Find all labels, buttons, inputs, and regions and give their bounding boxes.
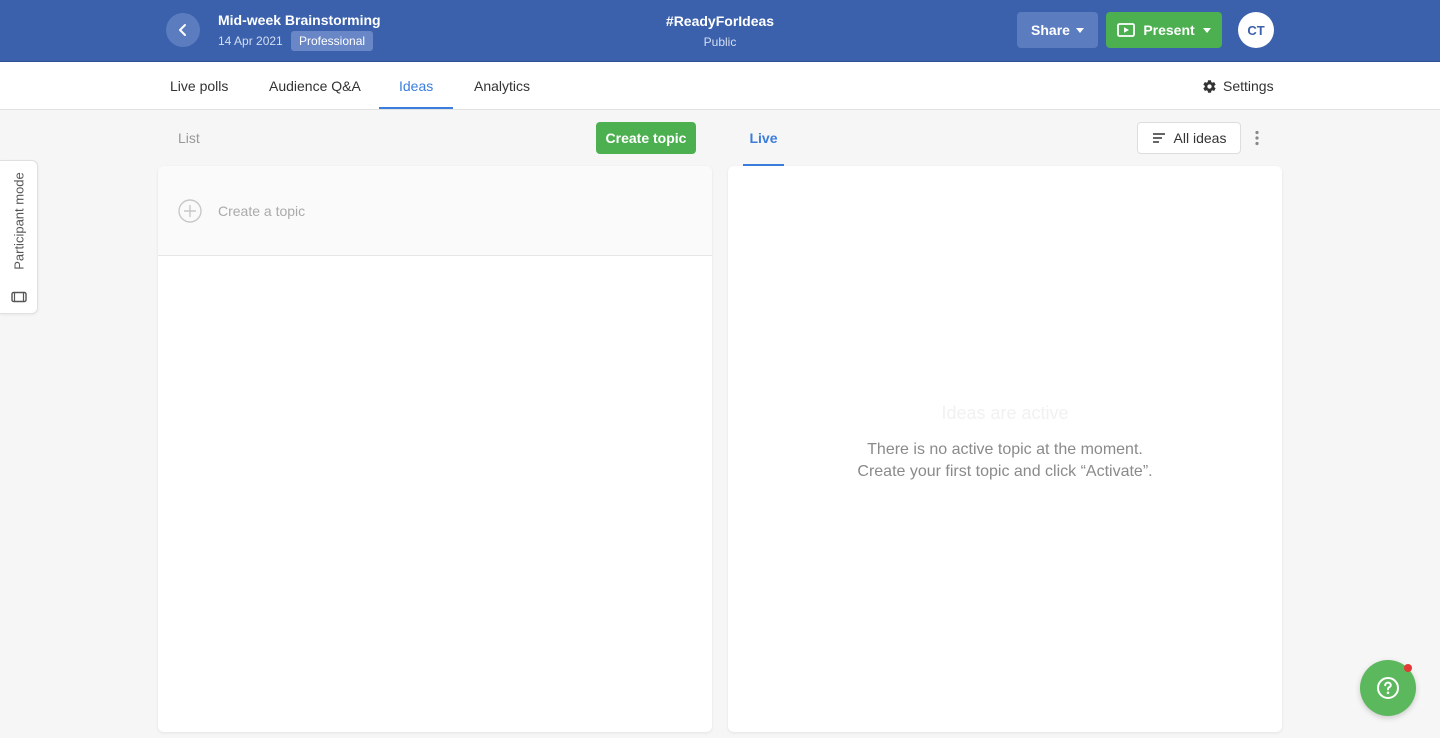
chevron-left-icon bbox=[179, 24, 186, 36]
empty-state-title: Ideas are active bbox=[941, 403, 1069, 423]
back-button[interactable] bbox=[166, 13, 200, 47]
event-title: Mid-week Brainstorming bbox=[218, 12, 381, 28]
settings-label: Settings bbox=[1223, 78, 1274, 94]
event-code: #ReadyForIdeas bbox=[665, 13, 775, 29]
all-ideas-filter-button[interactable]: All ideas bbox=[1137, 122, 1241, 154]
settings-button[interactable]: Settings bbox=[1202, 62, 1274, 110]
create-topic-placeholder: Create a topic bbox=[218, 203, 306, 219]
event-visibility: Public bbox=[703, 35, 737, 49]
empty-state-message-line-1: There is no active topic at the moment. bbox=[867, 441, 1143, 458]
share-button[interactable]: Share bbox=[1017, 12, 1098, 48]
present-screen-icon bbox=[1117, 23, 1136, 37]
plan-badge: Professional bbox=[291, 31, 374, 51]
top-header: Mid-week Brainstorming 14 Apr 2021 Profe… bbox=[0, 0, 1440, 62]
present-button[interactable]: Present bbox=[1106, 12, 1222, 48]
question-circle-icon bbox=[1377, 677, 1399, 699]
tab-analytics[interactable]: Analytics bbox=[474, 62, 530, 110]
topic-list-panel: Create a topic bbox=[158, 166, 712, 732]
more-vertical-icon bbox=[1255, 130, 1259, 146]
more-options-button[interactable] bbox=[1249, 128, 1265, 148]
active-tab-indicator bbox=[379, 107, 453, 109]
sort-lines-icon bbox=[1152, 133, 1165, 143]
caret-down-icon bbox=[1202, 27, 1211, 33]
tab-audience-qa[interactable]: Audience Q&A bbox=[269, 62, 361, 110]
nav-bar: Live polls Audience Q&A Ideas Analytics … bbox=[0, 62, 1440, 110]
live-panel: Ideas are active There is no active topi… bbox=[728, 166, 1282, 732]
empty-state-message-line-2: Create your first topic and click “Activ… bbox=[857, 463, 1153, 480]
tab-ideas[interactable]: Ideas bbox=[399, 62, 433, 110]
plus-circle-icon bbox=[178, 199, 202, 223]
tab-live[interactable]: Live bbox=[743, 110, 784, 166]
create-topic-row[interactable]: Create a topic bbox=[158, 166, 712, 256]
participant-mode-label: Participant mode bbox=[11, 172, 27, 270]
device-icon bbox=[11, 291, 27, 303]
event-date: 14 Apr 2021 bbox=[218, 34, 283, 48]
present-label: Present bbox=[1143, 22, 1195, 38]
list-header-label: List bbox=[178, 130, 200, 146]
create-topic-button[interactable]: Create topic bbox=[596, 122, 696, 154]
tab-live-polls[interactable]: Live polls bbox=[170, 62, 228, 110]
gear-icon bbox=[1203, 79, 1216, 93]
caret-down-icon bbox=[1075, 27, 1084, 33]
notification-dot bbox=[1404, 664, 1412, 672]
all-ideas-label: All ideas bbox=[1173, 130, 1227, 146]
participant-mode-toggle[interactable]: Participant mode bbox=[0, 160, 38, 314]
user-avatar[interactable]: CT bbox=[1238, 12, 1274, 48]
share-label: Share bbox=[1031, 22, 1070, 38]
